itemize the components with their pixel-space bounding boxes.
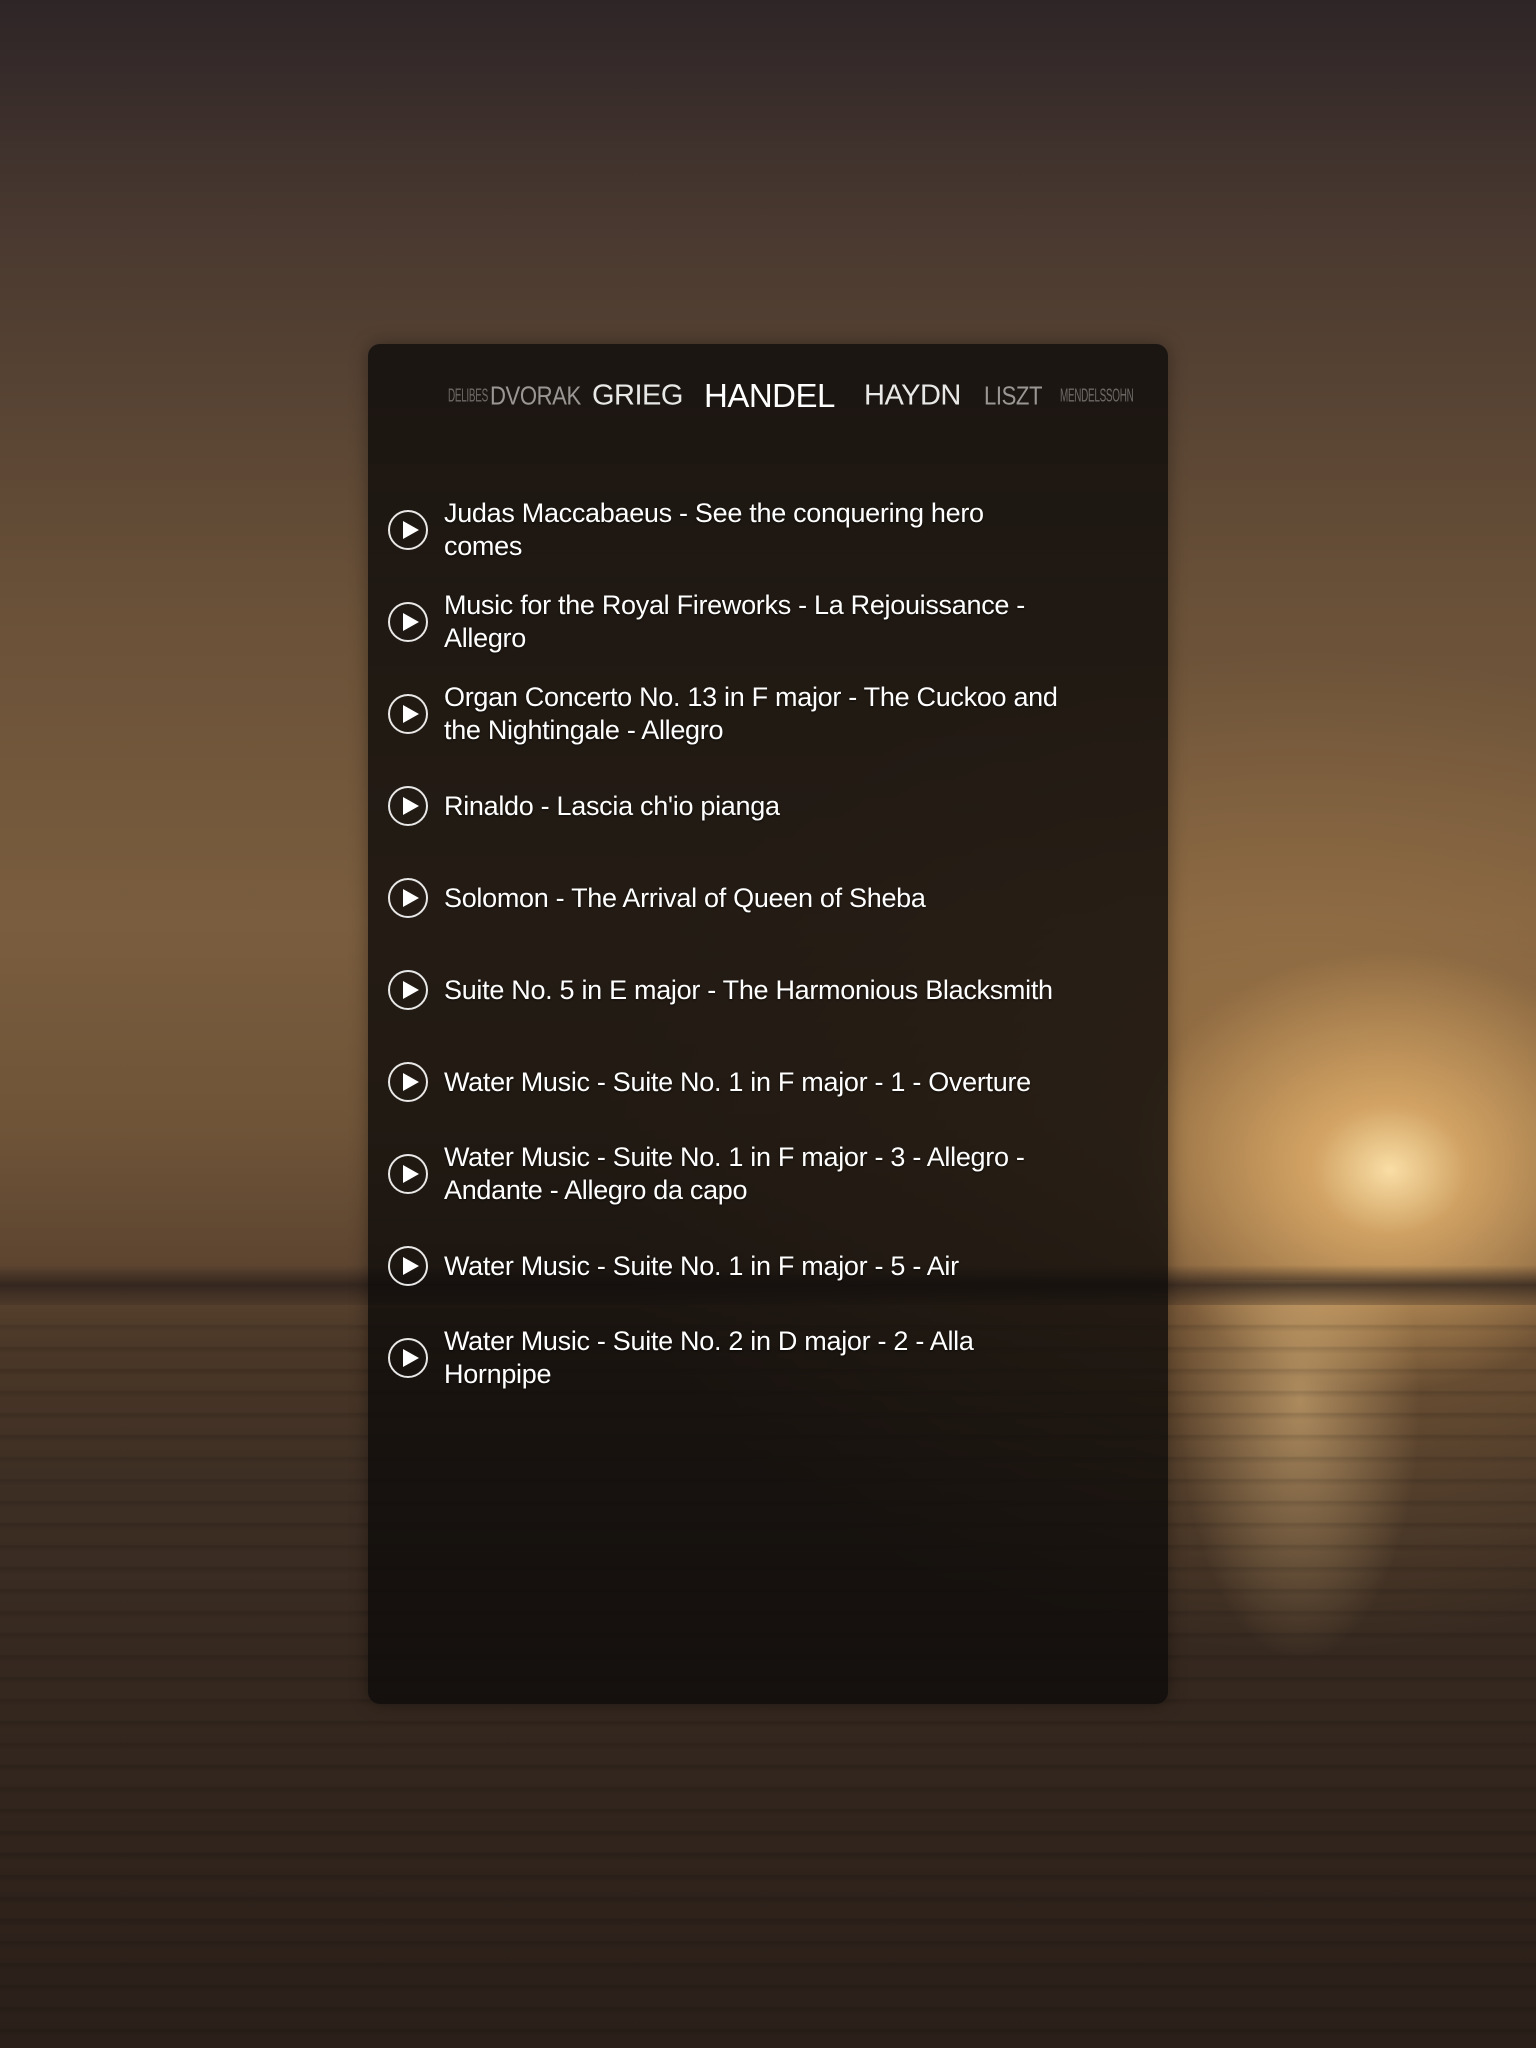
track-row[interactable]: Suite No. 5 in E major - The Harmonious …	[368, 944, 1168, 1036]
track-title[interactable]: Judas Maccabaeus - See the conquering he…	[444, 497, 1064, 563]
play-circle-icon[interactable]	[388, 878, 428, 918]
play-circle-icon[interactable]	[388, 602, 428, 642]
track-title[interactable]: Water Music - Suite No. 1 in F major - 3…	[444, 1141, 1064, 1207]
track-row[interactable]: Water Music - Suite No. 1 in F major - 5…	[368, 1220, 1168, 1312]
track-list: Judas Maccabaeus - See the conquering he…	[368, 484, 1168, 1404]
track-title[interactable]: Suite No. 5 in E major - The Harmonious …	[444, 974, 1064, 1007]
track-row[interactable]: Organ Concerto No. 13 in F major - The C…	[368, 668, 1168, 760]
composer-haydn[interactable]: HAYDN	[864, 380, 961, 413]
composer-mendelssohn[interactable]: MENDELSSOHN	[1060, 386, 1134, 407]
composer-delibes[interactable]: DELIBES	[448, 386, 488, 407]
track-title[interactable]: Water Music - Suite No. 1 in F major - 5…	[444, 1250, 1064, 1283]
track-row[interactable]: Water Music - Suite No. 1 in F major - 1…	[368, 1036, 1168, 1128]
play-circle-icon[interactable]	[388, 970, 428, 1010]
track-row[interactable]: Music for the Royal Fireworks - La Rejou…	[368, 576, 1168, 668]
play-circle-icon[interactable]	[388, 1338, 428, 1378]
track-title[interactable]: Water Music - Suite No. 1 in F major - 1…	[444, 1066, 1064, 1099]
track-title[interactable]: Music for the Royal Fireworks - La Rejou…	[444, 589, 1064, 655]
track-row[interactable]: Water Music - Suite No. 1 in F major - 3…	[368, 1128, 1168, 1220]
track-row[interactable]: Judas Maccabaeus - See the conquering he…	[368, 484, 1168, 576]
play-circle-icon[interactable]	[388, 786, 428, 826]
play-circle-icon[interactable]	[388, 694, 428, 734]
track-panel: DELIBES DVORAK GRIEG HANDEL HAYDN LISZT …	[368, 344, 1168, 1704]
composer-dvorak[interactable]: DVORAK	[490, 381, 581, 412]
composer-grieg[interactable]: GRIEG	[592, 380, 683, 413]
play-circle-icon[interactable]	[388, 1246, 428, 1286]
play-circle-icon[interactable]	[388, 1062, 428, 1102]
track-title[interactable]: Solomon - The Arrival of Queen of Sheba	[444, 882, 1064, 915]
track-row[interactable]: Rinaldo - Lascia ch'io pianga	[368, 760, 1168, 852]
play-circle-icon[interactable]	[388, 1154, 428, 1194]
track-title[interactable]: Water Music - Suite No. 2 in D major - 2…	[444, 1325, 1064, 1391]
composer-picker[interactable]: DELIBES DVORAK GRIEG HANDEL HAYDN LISZT …	[368, 344, 1168, 454]
composer-liszt[interactable]: LISZT	[984, 381, 1042, 412]
track-row[interactable]: Solomon - The Arrival of Queen of Sheba	[368, 852, 1168, 944]
track-row[interactable]: Water Music - Suite No. 2 in D major - 2…	[368, 1312, 1168, 1404]
play-circle-icon[interactable]	[388, 510, 428, 550]
track-title[interactable]: Organ Concerto No. 13 in F major - The C…	[444, 681, 1064, 747]
composer-handel-selected[interactable]: HANDEL	[704, 377, 835, 415]
track-title[interactable]: Rinaldo - Lascia ch'io pianga	[444, 790, 1064, 823]
